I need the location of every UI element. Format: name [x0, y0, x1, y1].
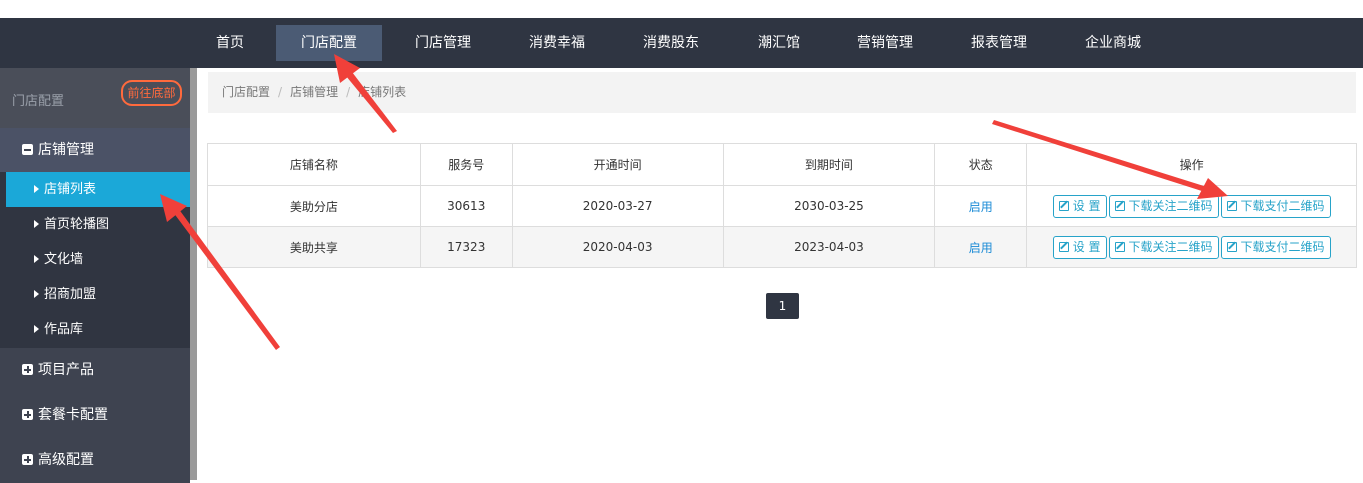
button-label: 下载关注二维码 [1128, 198, 1213, 213]
cell-open-date: 2020-04-03 [511, 226, 724, 268]
edit-icon [1114, 241, 1125, 252]
cell-status: 启用 [934, 226, 1028, 268]
sidebar-item-portfolio[interactable]: 作品库 [0, 312, 190, 347]
cell-actions: 设 置 下载关注二维码 下载支付二维码 [1026, 226, 1357, 268]
caret-right-icon [34, 220, 39, 228]
nav-consume-happiness[interactable]: 消费幸福 [514, 25, 600, 61]
breadcrumb-item-current: 店铺列表 [358, 85, 407, 99]
caret-right-icon [34, 185, 39, 193]
sidebar-item-store-list[interactable]: 店铺列表 [6, 172, 190, 207]
cell-expire-date: 2030-03-25 [722, 185, 936, 227]
sidebar-group-label: 项目产品 [38, 362, 94, 378]
table-header-row: 店铺名称 服务号 开通时间 到期时间 状态 操作 [207, 143, 1357, 186]
sidebar-group-projects[interactable]: 项目产品 [0, 348, 190, 393]
nav-reports[interactable]: 报表管理 [956, 25, 1042, 61]
download-follow-qr-button[interactable]: 下载关注二维码 [1108, 235, 1219, 259]
pagination-page-button[interactable]: 1 [766, 293, 799, 319]
edit-icon [1226, 241, 1237, 252]
sidebar-group-label: 套餐卡配置 [38, 407, 108, 423]
sidebar-group-label: 高级配置 [38, 452, 94, 468]
sidebar-item-label: 店铺列表 [44, 182, 97, 197]
nav-store-config[interactable]: 门店配置 [276, 25, 382, 61]
sidebar-item-label: 作品库 [44, 322, 84, 337]
edit-icon [1226, 200, 1237, 211]
minus-square-icon [22, 144, 33, 155]
column-header-service-no: 服务号 [419, 143, 513, 186]
sidebar-item-label: 文化墙 [44, 252, 84, 267]
settings-button[interactable]: 设 置 [1052, 235, 1107, 259]
nav-home[interactable]: 首页 [200, 25, 260, 61]
sidebar-group-package-card[interactable]: 套餐卡配置 [0, 393, 190, 438]
cell-service-no: 17323 [419, 226, 513, 268]
sidebar: 门店配置 前往底部 店铺管理 店铺列表 首页轮播图 文化墙 招商加盟 作品库 项… [0, 68, 190, 483]
nav-marketing[interactable]: 营销管理 [842, 25, 928, 61]
button-label: 设 置 [1072, 198, 1101, 213]
caret-right-icon [34, 325, 39, 333]
plus-square-icon [22, 364, 33, 375]
column-header-store-name: 店铺名称 [207, 143, 421, 186]
sidebar-item-label: 招商加盟 [44, 287, 97, 302]
column-header-status: 状态 [934, 143, 1028, 186]
sidebar-item-label: 首页轮播图 [44, 217, 110, 232]
nav-consume-shareholder[interactable]: 消费股东 [628, 25, 714, 61]
plus-square-icon [22, 409, 33, 420]
nav-store-management[interactable]: 门店管理 [400, 25, 486, 61]
download-pay-qr-button[interactable]: 下载支付二维码 [1220, 235, 1331, 259]
top-navbar: 首页 门店配置 门店管理 消费幸福 消费股东 潮汇馆 营销管理 报表管理 企业商… [0, 18, 1363, 68]
edit-icon [1114, 200, 1125, 211]
edit-icon [1058, 241, 1069, 252]
button-label: 下载关注二维码 [1128, 239, 1213, 254]
nav-enterprise-mall[interactable]: 企业商城 [1070, 25, 1156, 61]
sidebar-scrollbar[interactable] [190, 68, 197, 480]
sidebar-title: 门店配置 [12, 94, 65, 109]
column-header-expire-date: 到期时间 [722, 143, 936, 186]
button-label: 下载支付二维码 [1240, 239, 1325, 254]
caret-right-icon [34, 255, 39, 263]
sidebar-group-label: 店铺管理 [38, 142, 94, 158]
cell-actions: 设 置 下载关注二维码 下载支付二维码 [1026, 185, 1357, 227]
cell-store-name: 美助共享 [207, 226, 421, 268]
download-pay-qr-button[interactable]: 下载支付二维码 [1220, 194, 1331, 218]
breadcrumb-item[interactable]: 店铺管理 [290, 85, 338, 99]
plus-square-icon [22, 454, 33, 465]
settings-button[interactable]: 设 置 [1052, 194, 1107, 218]
store-table: 店铺名称 服务号 开通时间 到期时间 状态 操作 美助分店 30613 2020… [207, 143, 1357, 268]
sidebar-group-advanced[interactable]: 高级配置 [0, 438, 190, 483]
button-label: 下载支付二维码 [1240, 198, 1325, 213]
column-header-actions: 操作 [1026, 143, 1357, 186]
sidebar-item-home-carousel[interactable]: 首页轮播图 [0, 207, 190, 242]
sidebar-item-culture-wall[interactable]: 文化墙 [0, 242, 190, 277]
edit-icon [1058, 200, 1069, 211]
button-label: 设 置 [1072, 239, 1101, 254]
cell-open-date: 2020-03-27 [511, 185, 724, 227]
cell-store-name: 美助分店 [207, 185, 421, 227]
sidebar-header: 门店配置 前往底部 [0, 68, 190, 128]
cell-service-no: 30613 [419, 185, 513, 227]
sidebar-submenu: 店铺列表 首页轮播图 文化墙 招商加盟 作品库 [0, 172, 190, 348]
column-header-open-date: 开通时间 [511, 143, 724, 186]
download-follow-qr-button[interactable]: 下载关注二维码 [1108, 194, 1219, 218]
caret-right-icon [34, 290, 39, 298]
cell-status: 启用 [934, 185, 1028, 227]
breadcrumb-item[interactable]: 门店配置 [222, 85, 270, 99]
nav-chaohui-hall[interactable]: 潮汇馆 [744, 25, 814, 61]
go-to-bottom-button[interactable]: 前往底部 [121, 80, 182, 106]
status-toggle-link[interactable]: 启用 [969, 200, 993, 214]
sidebar-group-store-management[interactable]: 店铺管理 [0, 128, 190, 173]
sidebar-item-franchise[interactable]: 招商加盟 [0, 277, 190, 312]
table-row: 美助分店 30613 2020-03-27 2030-03-25 启用 设 置 下… [207, 185, 1357, 227]
table-row: 美助共享 17323 2020-04-03 2023-04-03 启用 设 置 下… [207, 226, 1357, 268]
breadcrumb: 门店配置 / 店铺管理 / 店铺列表 [208, 72, 1356, 113]
status-toggle-link[interactable]: 启用 [969, 241, 993, 255]
cell-expire-date: 2023-04-03 [722, 226, 936, 268]
